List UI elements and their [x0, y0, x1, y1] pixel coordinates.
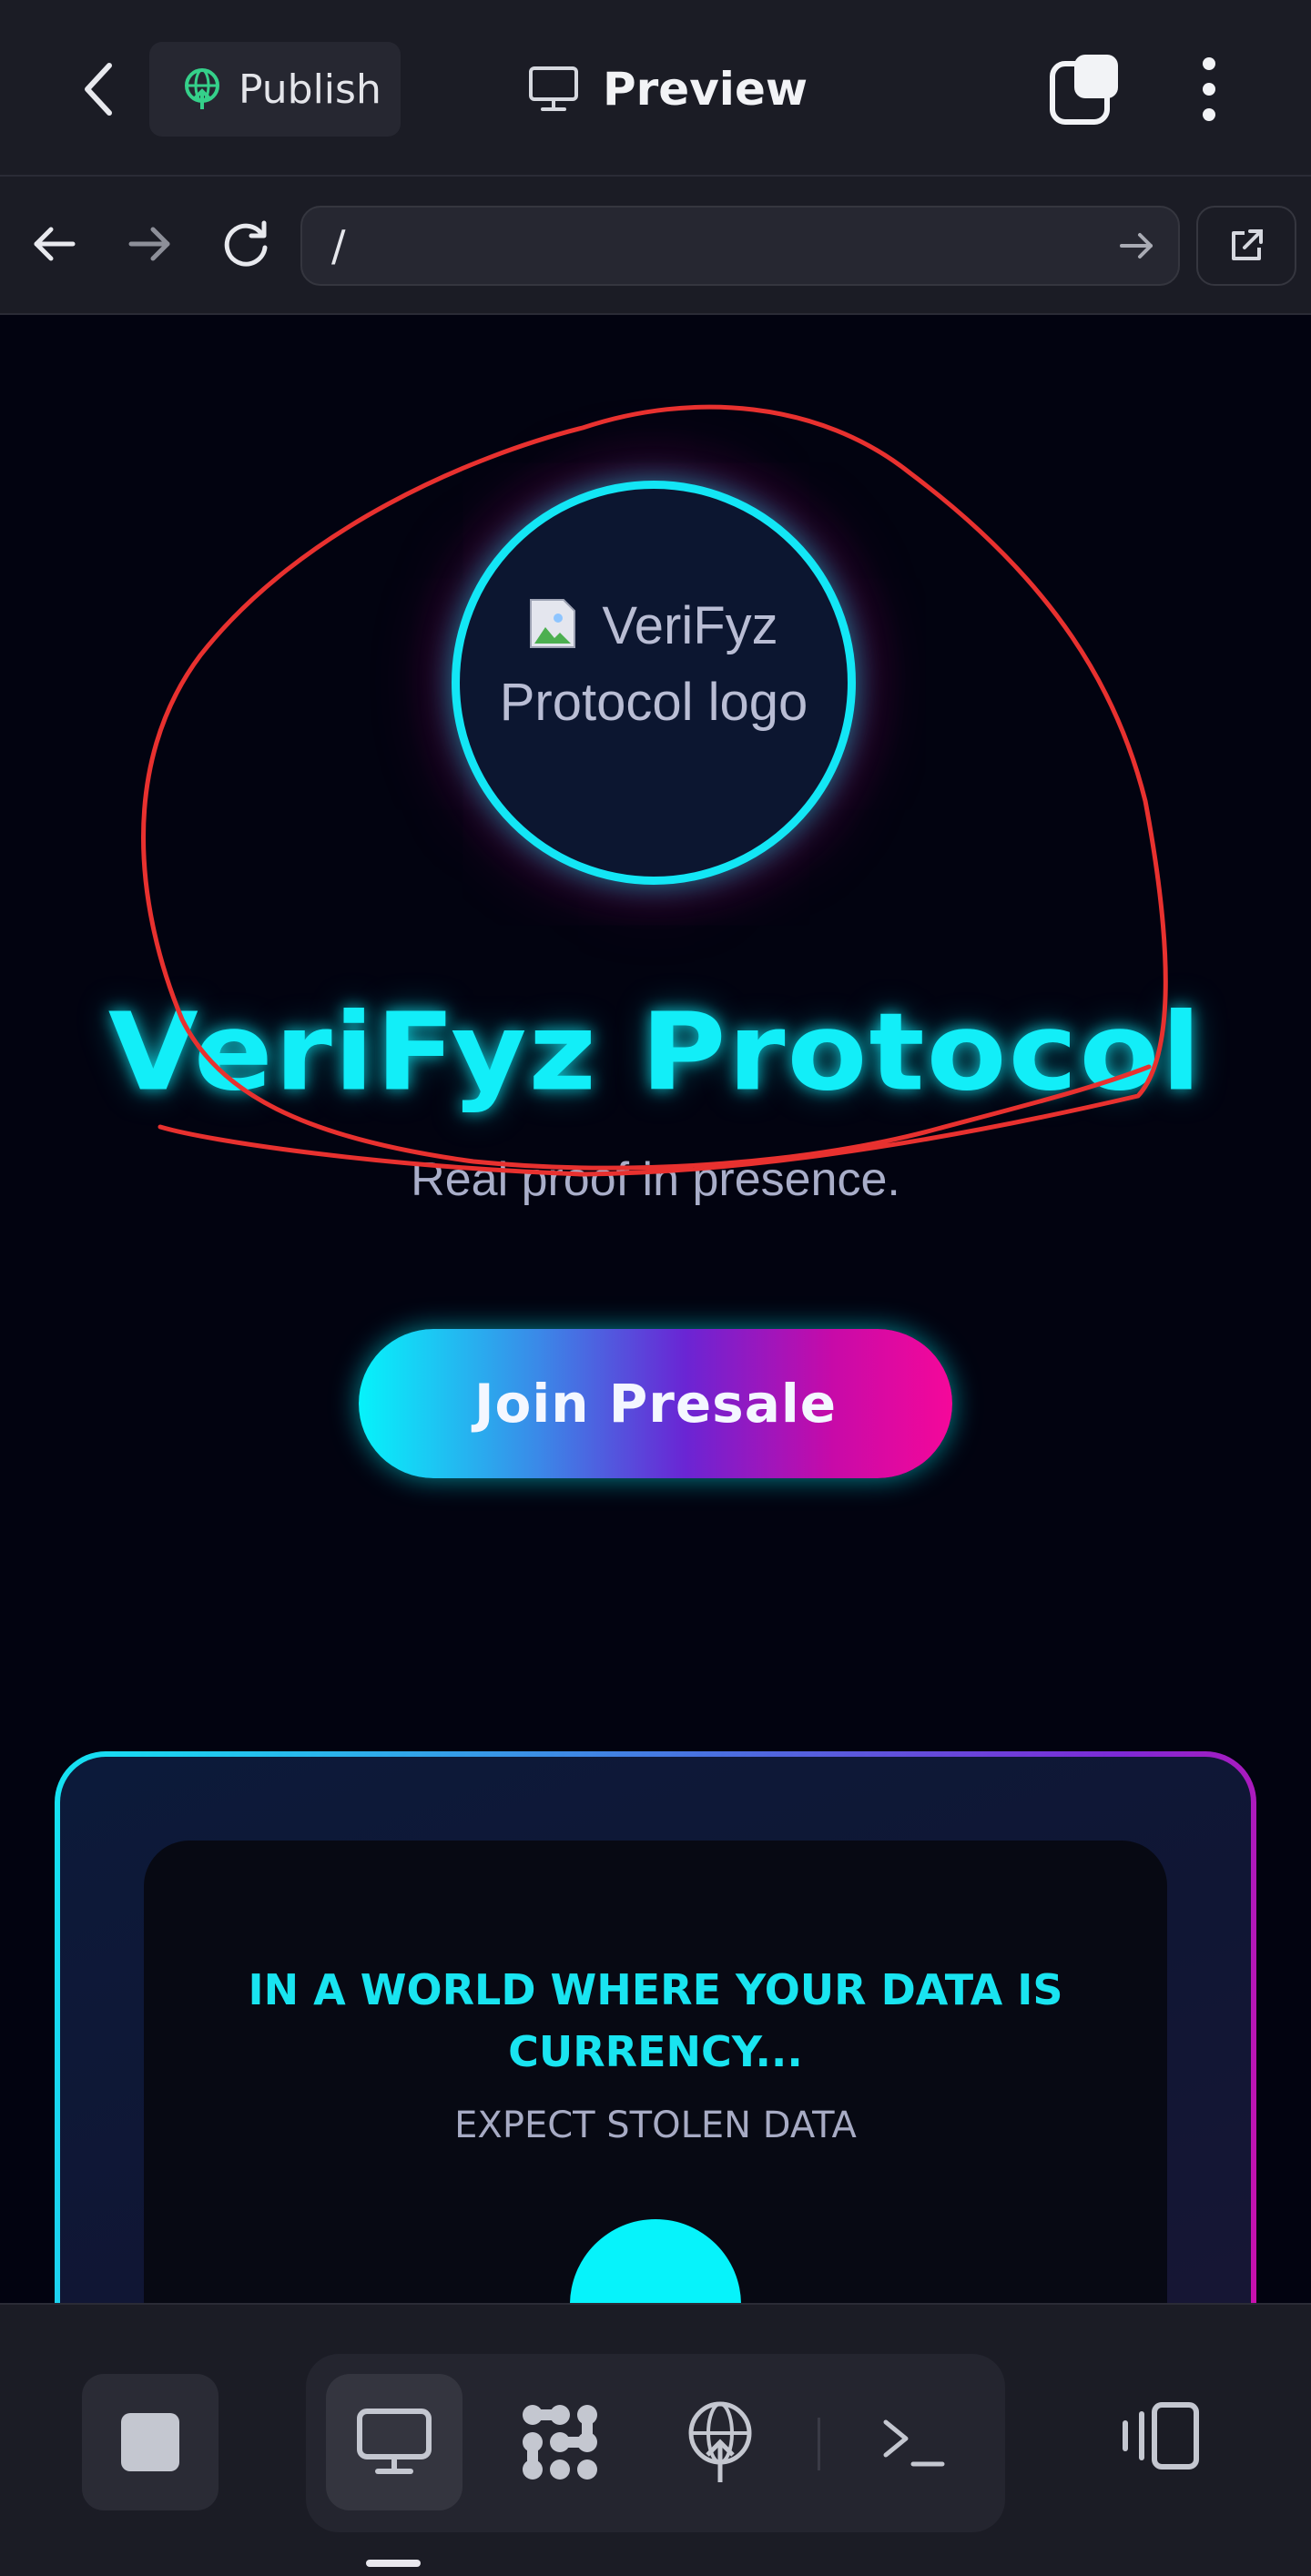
arrow-right-icon[interactable] [1116, 226, 1156, 266]
deploy-tool-button[interactable] [652, 2374, 788, 2510]
toolbar-divider [818, 2418, 820, 2470]
preview-title[interactable]: Preview [528, 49, 808, 129]
publish-button[interactable]: Publish [149, 42, 401, 137]
devices-icon [1123, 2402, 1199, 2470]
bottom-toolbar [0, 2303, 1311, 2576]
refresh-icon [224, 220, 268, 267]
card-subheading: EXPECT STOLEN DATA [454, 2104, 857, 2146]
logo-image: VeriFyz Protocol logo [499, 588, 808, 741]
hero-title: VeriFyz Protocol [107, 989, 1204, 1116]
tabs-icon [1050, 55, 1118, 125]
arrow-left-icon [34, 227, 76, 261]
preview-tool-button[interactable] [326, 2374, 462, 2510]
tabs-button[interactable] [1047, 51, 1123, 127]
home-indicator [366, 2560, 421, 2567]
feature-card-body: IN A WORLD WHERE YOUR DATA IS CURRENCY..… [60, 1757, 1251, 2303]
terminal-icon [883, 2419, 945, 2467]
arrow-right-icon [128, 227, 170, 261]
join-presale-button[interactable]: Join Presale [359, 1329, 952, 1478]
browser-back-button[interactable] [25, 215, 84, 273]
monitor-icon [357, 2409, 432, 2474]
join-presale-label: Join Presale [473, 1373, 838, 1435]
stop-button[interactable] [82, 2374, 218, 2510]
url-text: / [331, 221, 346, 270]
preview-label: Preview [603, 63, 808, 116]
feature-card-panel: IN A WORLD WHERE YOUR DATA IS CURRENCY..… [144, 1841, 1167, 2303]
logo-frame: VeriFyz Protocol logo [452, 481, 856, 885]
monitor-icon [529, 66, 578, 111]
more-vertical-icon [1203, 57, 1215, 121]
publish-label: Publish [239, 66, 381, 113]
chevron-left-icon [85, 63, 112, 116]
more-options-button[interactable] [1193, 51, 1225, 127]
feature-card: IN A WORLD WHERE YOUR DATA IS CURRENCY..… [55, 1751, 1256, 2303]
card-headline: IN A WORLD WHERE YOUR DATA IS CURRENCY..… [248, 1965, 1063, 2076]
browser-refresh-button[interactable] [217, 215, 275, 273]
broken-image-icon [529, 593, 576, 648]
hero-subtitle: Real proof in presence. [411, 1153, 900, 1206]
card-orb [570, 2219, 741, 2303]
globe-upload-icon [688, 2401, 752, 2482]
stop-icon [121, 2413, 179, 2471]
globe-upload-icon [185, 68, 219, 109]
external-link-icon [1232, 229, 1263, 260]
browser-url-bar: / [0, 177, 1311, 315]
back-button[interactable] [73, 56, 124, 122]
devices-button[interactable] [1113, 2390, 1204, 2481]
terminal-tool-button[interactable] [845, 2374, 981, 2510]
browser-forward-button[interactable] [120, 215, 178, 273]
preview-page: VeriFyz Protocol logo VeriFyz Protocol R… [0, 315, 1311, 2303]
app-top-bar: Publish Preview [0, 0, 1311, 177]
url-input[interactable]: / [300, 206, 1180, 286]
tool-group [306, 2354, 1005, 2532]
hub-icon [523, 2405, 597, 2480]
hub-tool-button[interactable] [492, 2374, 628, 2510]
open-external-button[interactable] [1196, 206, 1296, 286]
